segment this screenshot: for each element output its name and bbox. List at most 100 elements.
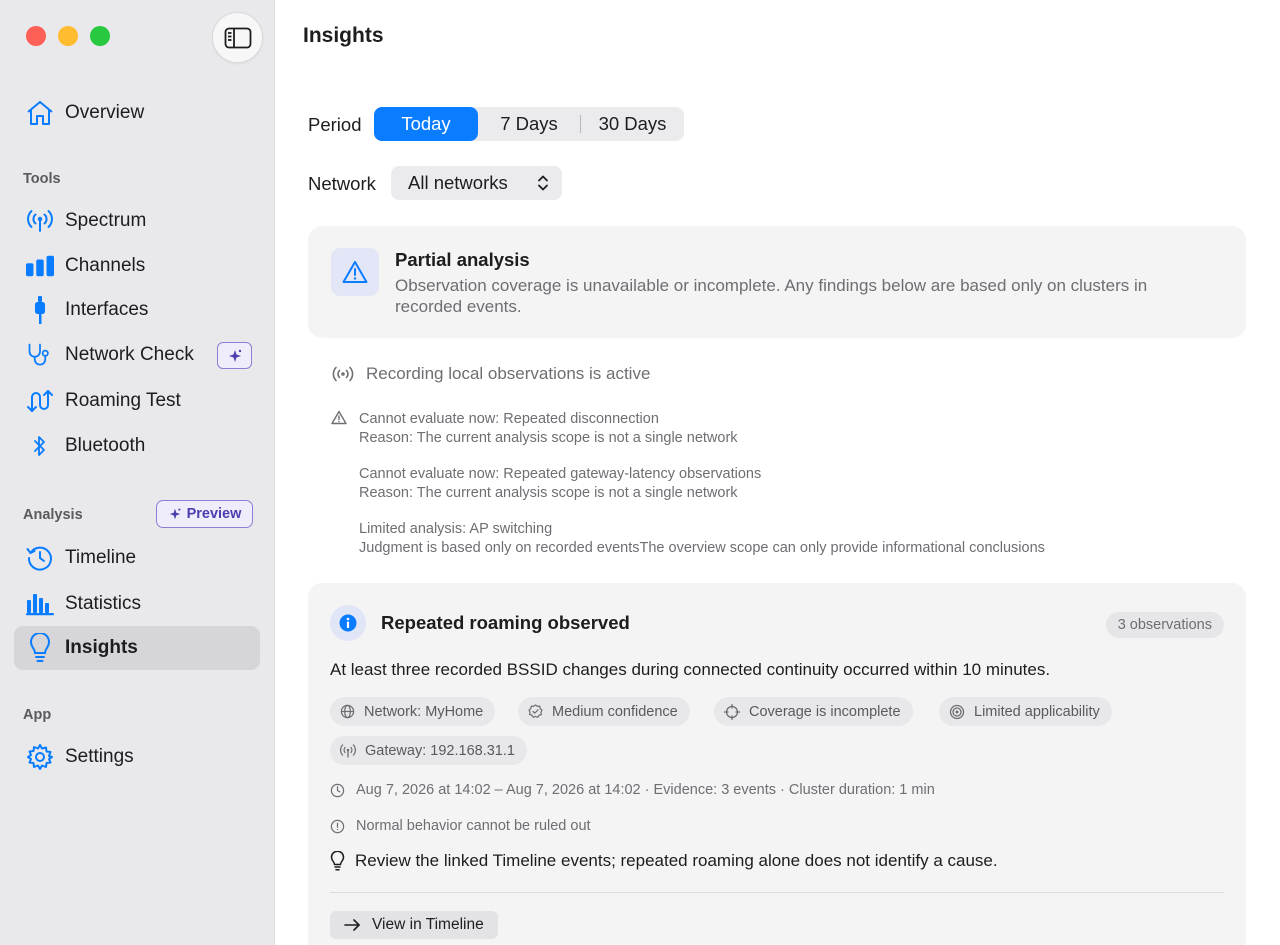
finding-advice-text: Review the linked Timeline events; repea…	[355, 851, 998, 870]
globe-icon	[340, 704, 355, 719]
warning-tile	[331, 248, 379, 296]
network-label: Network	[308, 173, 376, 194]
limitation-item: Limited analysis: AP switching Judgment …	[359, 520, 1045, 557]
finding-time-range: Aug 7, 2026 at 14:02 – Aug 7, 2026 at 14…	[330, 782, 935, 798]
main-content: Insights Period Today 7 Days 30 Days Net…	[275, 0, 1280, 945]
period-7days-segment[interactable]: 7 Days	[478, 107, 580, 141]
divider	[330, 892, 1224, 893]
view-in-timeline-label: View in Timeline	[372, 916, 484, 933]
chip-applicability: Limited applicability	[939, 697, 1112, 726]
partial-analysis-card: Partial analysis Observation coverage is…	[308, 226, 1246, 338]
chip-label: Coverage is incomplete	[749, 703, 901, 720]
bar-channels-icon	[26, 252, 54, 280]
stethoscope-icon	[26, 341, 54, 369]
info-icon	[330, 605, 366, 641]
roaming-arrows-icon	[26, 387, 54, 415]
close-window-button[interactable]	[26, 26, 46, 46]
sidebar-item-label: Interfaces	[65, 299, 149, 320]
partial-analysis-text-line: recorded events.	[395, 297, 522, 316]
warning-triangle-icon	[342, 261, 368, 283]
view-in-timeline-button[interactable]: View in Timeline	[330, 911, 498, 939]
app-window: Overview Tools Spectrum Channels Interfa…	[0, 0, 1280, 945]
scope-icon	[724, 703, 740, 720]
arrow-right-icon	[344, 919, 360, 931]
limitation-title: Limited analysis: AP switching	[359, 521, 553, 537]
sidebar-item-label: Network Check	[65, 344, 194, 365]
limitation-item: Cannot evaluate now: Repeated disconnect…	[359, 410, 738, 447]
limitation-reason: Judgment is based only on recorded event…	[359, 539, 1045, 556]
zoom-window-button[interactable]	[90, 26, 110, 46]
sidebar-item-settings[interactable]: Settings	[14, 735, 260, 779]
cable-connector-icon	[26, 296, 54, 324]
finding-time-range-text: Aug 7, 2026 at 14:02 – Aug 7, 2026 at 14…	[356, 782, 935, 798]
sparkle-badge	[217, 342, 252, 369]
clock-icon	[330, 783, 345, 797]
finding-caveat-text: Normal behavior cannot be ruled out	[356, 818, 591, 834]
sidebar-toggle-button[interactable]	[212, 12, 263, 63]
house-icon	[26, 99, 54, 127]
clock-history-icon	[26, 544, 54, 572]
lightbulb-small-icon	[330, 851, 345, 871]
chip-label: Network: MyHome	[364, 703, 484, 720]
warning-triangle-small-icon	[331, 410, 347, 425]
sidebar-item-timeline[interactable]: Timeline	[14, 536, 260, 580]
chip-confidence: Medium confidence	[518, 697, 690, 726]
sidebar-item-spectrum[interactable]: Spectrum	[14, 199, 260, 243]
chip-coverage: Coverage is incomplete	[714, 697, 913, 726]
partial-analysis-title: Partial analysis	[395, 249, 530, 270]
section-label-app: App	[23, 707, 52, 723]
antenna-icon	[26, 207, 54, 235]
gear-icon	[26, 743, 54, 771]
bluetooth-icon	[26, 432, 54, 460]
sidebar-item-bluetooth[interactable]: Bluetooth	[14, 424, 260, 468]
seal-check-icon	[528, 704, 543, 718]
observation-count-badge: 3 observations	[1105, 612, 1224, 638]
finding-card: Repeated roaming observed 3 observations…	[308, 583, 1246, 945]
sidebar-item-insights[interactable]: Insights	[14, 626, 260, 670]
sidebar-item-label: Statistics	[65, 593, 142, 614]
page-title: Insights	[303, 24, 384, 47]
sidebar-item-statistics[interactable]: Statistics	[14, 582, 260, 626]
sidebar-toggle-icon	[224, 27, 251, 48]
period-segmented-control: Today 7 Days 30 Days	[374, 107, 684, 141]
finding-title: Repeated roaming observed	[381, 612, 630, 633]
sidebar-item-interfaces[interactable]: Interfaces	[14, 288, 260, 332]
chip-network: Network: MyHome	[330, 697, 496, 726]
finding-caveat: Normal behavior cannot be ruled out	[330, 818, 591, 834]
limitation-reason: Reason: The current analysis scope is no…	[359, 429, 738, 446]
network-select-value: All networks	[408, 172, 508, 193]
sidebar-item-label: Channels	[65, 255, 146, 276]
sidebar-item-label: Insights	[65, 637, 138, 658]
chip-gateway: Gateway: 192.168.31.1	[330, 736, 527, 765]
chip-label: Medium confidence	[552, 703, 678, 720]
recording-status: Recording local observations is active	[331, 364, 650, 384]
antenna-small-icon	[340, 743, 356, 758]
sidebar-item-label: Overview	[65, 102, 145, 123]
lightbulb-icon	[26, 633, 54, 662]
section-label-tools: Tools	[23, 171, 61, 187]
recording-status-text: Recording local observations is active	[366, 364, 651, 383]
sidebar-item-roaming-test[interactable]: Roaming Test	[14, 379, 260, 423]
limitation-title: Cannot evaluate now: Repeated gateway-la…	[359, 466, 762, 482]
period-today-segment[interactable]: Today	[374, 107, 478, 141]
finding-advice: Review the linked Timeline events; repea…	[330, 851, 998, 871]
sparkle-icon	[228, 349, 241, 362]
minimize-window-button[interactable]	[58, 26, 78, 46]
limitation-title: Cannot evaluate now: Repeated disconnect…	[359, 411, 659, 427]
bar-chart-icon	[26, 590, 54, 618]
finding-summary: At least three recorded BSSID changes du…	[330, 660, 1051, 679]
limitation-item: Cannot evaluate now: Repeated gateway-la…	[359, 465, 761, 502]
target-icon	[949, 704, 965, 719]
sidebar-item-label: Spectrum	[65, 210, 147, 231]
sidebar-item-overview[interactable]: Overview	[14, 91, 260, 135]
sidebar-item-label: Roaming Test	[65, 390, 181, 411]
sparkle-icon	[169, 508, 181, 520]
network-select[interactable]: All networks	[391, 166, 562, 200]
sidebar-item-label: Bluetooth	[65, 435, 146, 456]
partial-analysis-text: Observation coverage is unavailable or i…	[395, 275, 1225, 317]
preview-badge-label: Preview	[186, 506, 242, 522]
updown-chevron-icon	[538, 175, 548, 191]
sidebar-item-channels[interactable]: Channels	[14, 244, 260, 288]
period-30days-segment[interactable]: 30 Days	[581, 107, 684, 141]
broadcast-icon	[332, 366, 354, 382]
